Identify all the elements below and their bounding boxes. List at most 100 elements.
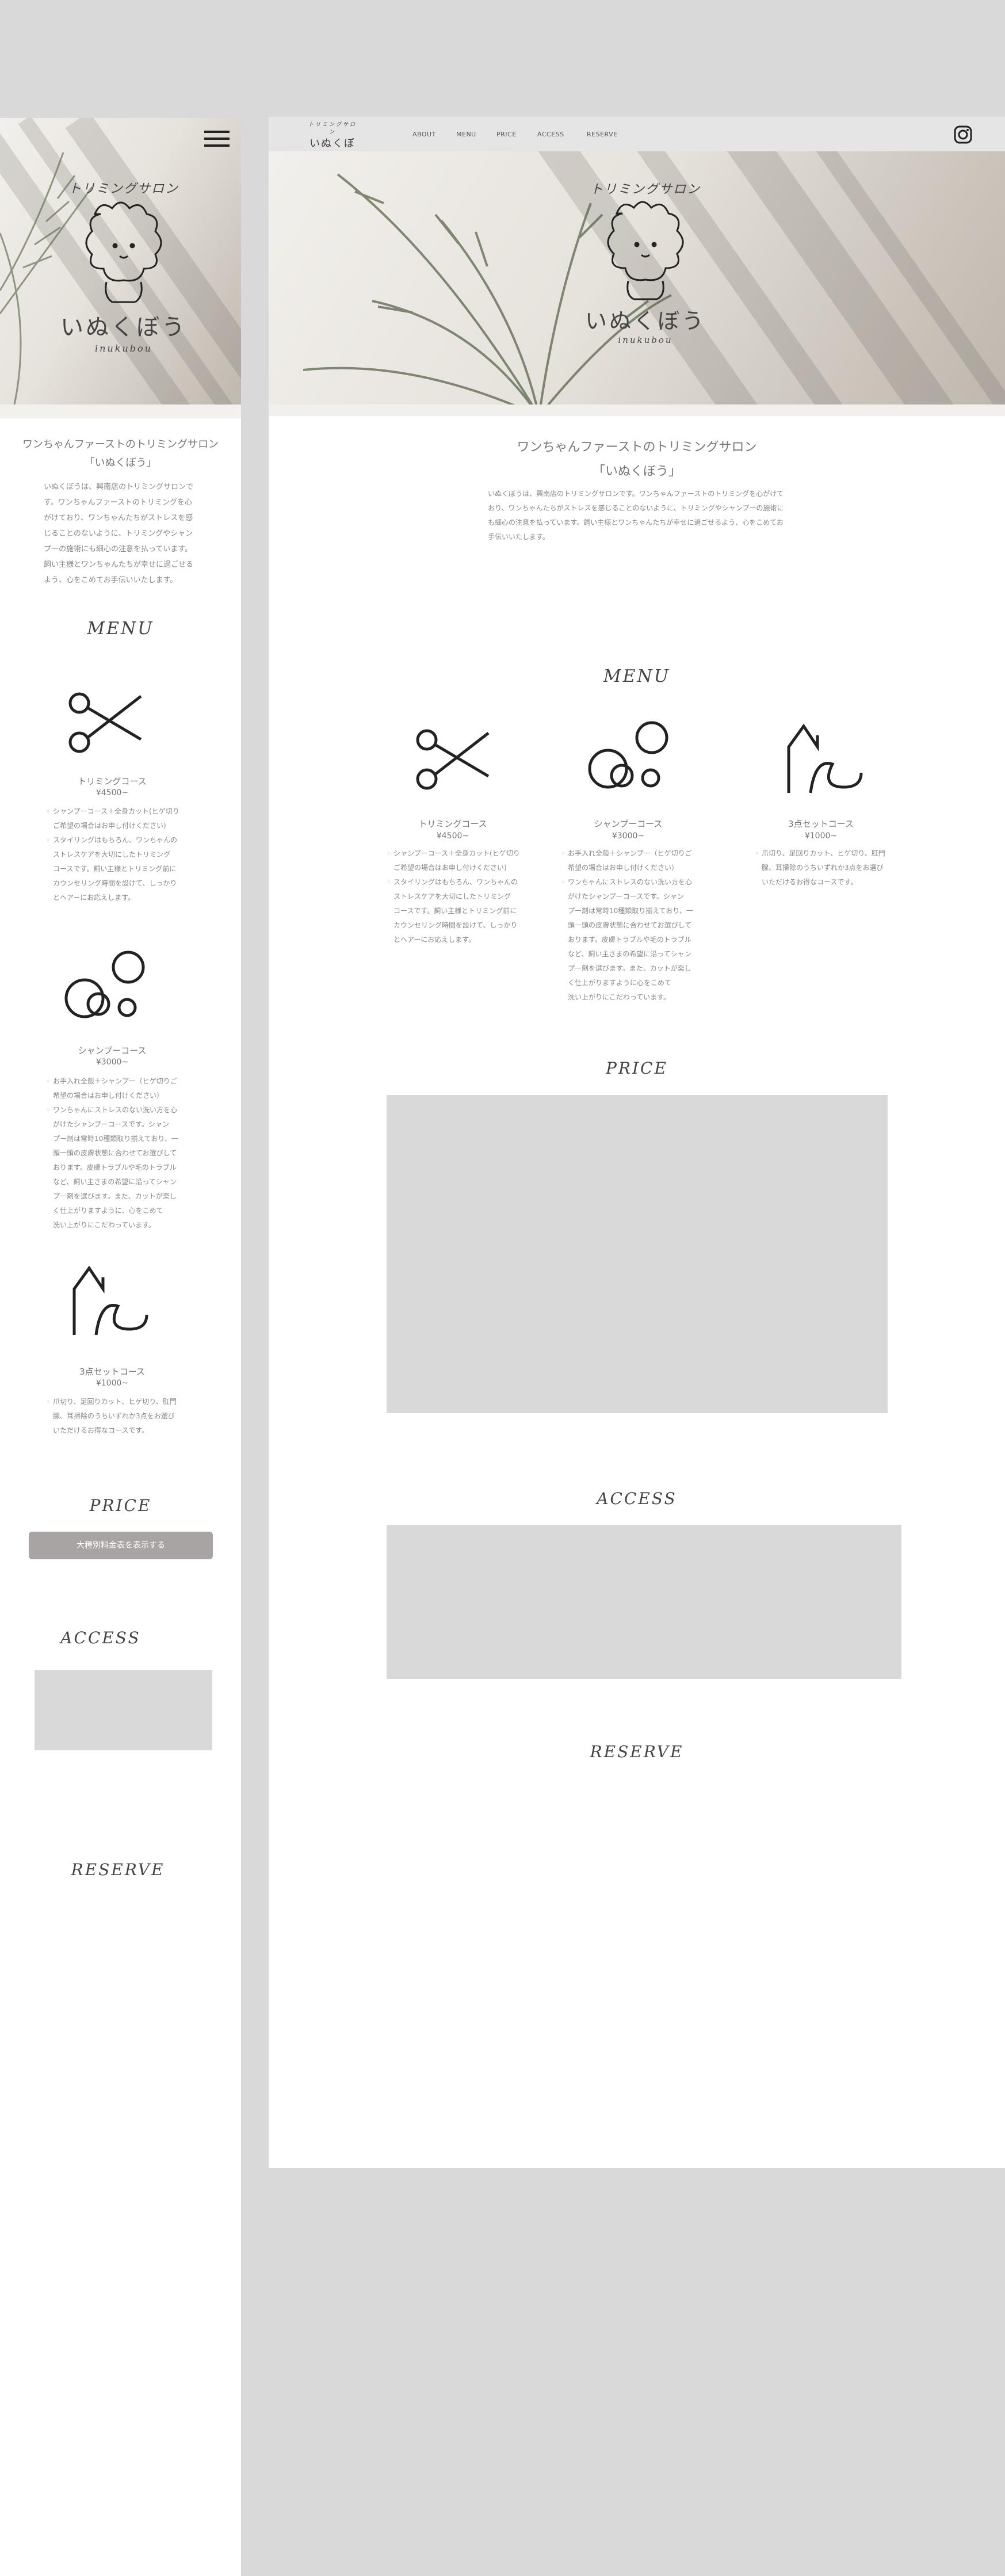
- course-note-line: シャンプーコース＋全身カット(ヒゲ切り: [53, 807, 179, 815]
- course-price-shampoo: ¥3000~: [95, 1058, 129, 1067]
- paw-icon: [787, 723, 863, 793]
- nav-about-link[interactable]: ABOUT: [412, 131, 436, 138]
- brand-name: いぬくぼう: [60, 314, 187, 341]
- course-name-shampoo: シャンプーコース: [78, 1045, 147, 1056]
- menu-heading: MENU: [603, 666, 671, 686]
- course-note-line: 爪切り、足回りカット、ヒゲ切り、肛門: [53, 1398, 177, 1406]
- poodle-logo-icon: [607, 201, 684, 300]
- price-table-placeholder: [387, 1095, 888, 1413]
- brand-romaji: inukubou: [95, 343, 152, 354]
- price-heading: PRICE: [606, 1059, 668, 1078]
- course-note-line: プー剤を選びます。また、カットが楽し: [53, 1192, 177, 1200]
- course-note-line: プー剤を選びます。また、カットが楽し: [568, 964, 691, 972]
- course-note-line: カウンセリング時間を設けて、しっかり: [393, 921, 518, 929]
- description-line: がけており、ワンちゃんたちがストレスを感: [44, 514, 193, 522]
- course-name-trimming: トリミングコース: [78, 776, 147, 787]
- course-notes-trimming: シャンプーコース＋全身カット(ヒゲ切りご希望の場合はお申し付けください)スタイリ…: [46, 804, 219, 905]
- hamburger-menu-button[interactable]: [204, 128, 230, 151]
- course-note-line: 爪切り、足回りカット、ヒゲ切り、肛門: [762, 849, 885, 857]
- course-note-line: 頭一頭の皮膚状態に合わせてお選びして: [568, 921, 692, 929]
- course-note-line: ご希望の場合はお申し付けください): [393, 864, 507, 872]
- price-heading: PRICE: [89, 1496, 152, 1515]
- course-note-line: く仕上がりますように、心をこめて: [53, 1207, 163, 1215]
- description-line: す。ワンちゃんファーストのトリミングを心: [44, 498, 193, 507]
- course-note-line: 洗い上がりにこだわっています。: [568, 993, 670, 1001]
- course-note-line: 腺、耳掃除のうちいずれか3点をお選び: [762, 864, 884, 872]
- scissors-icon: [416, 729, 490, 790]
- description-line: も細心の注意を払っています。飼い主様とワンちゃんたちが幸せに過ごせるよう、心をこ…: [488, 518, 784, 526]
- course-note-line: 頭一頭の皮膚状態に合わせてお選びして: [53, 1149, 177, 1157]
- course-note-line: 希望の場合はお申し付けください）: [53, 1092, 164, 1100]
- course-name-trimming: トリミングコース: [418, 819, 487, 829]
- description-line: おり、ワンちゃんたちがストレスを感じることのないように、トリミングやシャンプーの…: [488, 504, 784, 512]
- course-note-line: 希望の場合はお申し付けください）: [568, 864, 679, 872]
- bubbles-icon: [588, 721, 668, 789]
- course-notes-set: 爪切り、足回りカット、ヒゲ切り、肛門腺、耳掃除のうちいずれか3点をお選びいただけ…: [755, 846, 893, 890]
- desktop-view: トリミングサロン いぬくぼう inukubou ABOUT MENU PRICE…: [269, 117, 1005, 2168]
- course-note: ワンちゃんにストレスのない洗い方を心がけたシャンプーコースです。シャンプー剤は常…: [561, 875, 705, 1005]
- course-price-shampoo: ¥3000~: [612, 831, 645, 841]
- price-table-button[interactable]: 大種別料金表を表示する: [29, 1532, 213, 1559]
- mobile-view: トリミングサロン いぬくぼう inukubou ワンちゃんファーストのトリミング…: [0, 118, 241, 2576]
- course-note-line: お手入れ全般＋シャンプー（ヒゲ切りご: [568, 849, 692, 857]
- course-note-line: おります。皮膚トラブルや毛のトラブル: [568, 936, 691, 944]
- course-note-line: とヘアーにお応えします。: [53, 894, 135, 902]
- course-note: 爪切り、足回りカット、ヒゲ切り、肛門腺、耳掃除のうちいずれか3点をお選びいただけ…: [755, 846, 893, 890]
- course-note-line: がけたシャンプーコースです。シャン: [568, 892, 684, 900]
- course-note-line: いただけるお得なコースです。: [53, 1426, 149, 1434]
- course-notes-shampoo: お手入れ全般＋シャンプー（ヒゲ切りご希望の場合はお申し付けください）ワンちゃんに…: [561, 846, 705, 1005]
- course-price-trimming: ¥4500~: [436, 831, 469, 841]
- bubbles-icon: [64, 951, 145, 1018]
- nav-reserve-link[interactable]: RESERVE: [587, 131, 618, 138]
- about-title: ワンちゃんファーストのトリミングサロン 「いぬくぼう」: [22, 438, 219, 469]
- description-line: 飼い主様とワンちゃんたちが幸せに過ごせる: [44, 560, 194, 569]
- access-map-placeholder: [35, 1670, 212, 1750]
- poodle-logo-icon: [85, 201, 162, 303]
- course-note-line: カウンセリング時間を設けて、しっかり: [53, 879, 177, 887]
- course-note-line: ご希望の場合はお申し付けください): [53, 822, 166, 830]
- course-notes-shampoo: お手入れ全般＋シャンプー（ヒゲ切りご希望の場合はお申し付けください）ワンちゃんに…: [46, 1074, 219, 1232]
- course-note-line: コースです。飼い主様とトリミング前に: [53, 865, 177, 873]
- scissors-icon: [68, 692, 142, 753]
- course-note-line: プー剤は常時10種類取り揃えており、一: [568, 907, 693, 915]
- course-note-line: がけたシャンプーコースです。シャン: [53, 1120, 169, 1128]
- description-line: よう、心をこめてお手伝いいたします。: [44, 576, 178, 585]
- course-note-line: スタイリングはもちろん、ワンちゃんの: [393, 878, 518, 886]
- course-note: シャンプーコース＋全身カット(ヒゲ切りご希望の場合はお申し付けください): [387, 846, 525, 875]
- course-notes-trimming: シャンプーコース＋全身カット(ヒゲ切りご希望の場合はお申し付けください)スタイリ…: [387, 846, 525, 947]
- course-name-shampoo: シャンプーコース: [594, 819, 663, 829]
- course-note-line: とヘアーにお応えします。: [393, 936, 476, 944]
- course-price-set: ¥1000~: [95, 1379, 129, 1388]
- course-note: スタイリングはもちろん、ワンちゃんのストレスケアを大切にしたトリミングコースです…: [46, 833, 219, 905]
- about-title: ワンちゃんファーストのトリミングサロン 「いぬくぼう」: [517, 440, 757, 479]
- course-note-line: プー剤は常時10種類取り揃えており、一: [53, 1135, 178, 1143]
- access-heading: ACCESS: [60, 1628, 141, 1647]
- course-price-trimming: ¥4500~: [95, 788, 129, 797]
- instagram-icon[interactable]: [953, 125, 973, 144]
- course-name-set: 3点セットコース: [788, 819, 854, 829]
- description-line: いぬくぼうは、興南店のトリミングサロンで: [44, 483, 194, 491]
- access-heading: ACCESS: [597, 1489, 677, 1508]
- nav-logo[interactable]: トリミングサロン いぬくぼう inukubou: [307, 120, 358, 170]
- course-note-line: ワンちゃんにストレスのない洗い方を心: [568, 878, 693, 886]
- reserve-heading: RESERVE: [590, 1742, 684, 1761]
- course-notes-set: 爪切り、足回りカット、ヒゲ切り、肛門腺、耳掃除のうちいずれか3点をお選びいただけ…: [46, 1395, 219, 1438]
- course-note: 爪切り、足回りカット、ヒゲ切り、肛門腺、耳掃除のうちいずれか3点をお選びいただけ…: [46, 1395, 219, 1438]
- course-note: シャンプーコース＋全身カット(ヒゲ切りご希望の場合はお申し付けください): [46, 804, 219, 833]
- course-note: お手入れ全般＋シャンプー（ヒゲ切りご希望の場合はお申し付けください）: [561, 846, 705, 875]
- about-description: いぬくぼうは、興南店のトリミングサロンです。ワンちゃんファーストのトリミングを心…: [44, 479, 211, 588]
- nav-price-link[interactable]: PRICE: [496, 131, 517, 138]
- course-note: ワンちゃんにストレスのない洗い方を心がけたシャンプーコースです。シャンプー剤は常…: [46, 1103, 219, 1232]
- nav-menu-link[interactable]: MENU: [456, 131, 476, 138]
- course-note-line: く仕上がりますように心をこめて: [568, 979, 672, 987]
- course-note: スタイリングはもちろん、ワンちゃんのストレスケアを大切にしたトリミングコースです…: [387, 875, 525, 947]
- nav-access-link[interactable]: ACCESS: [537, 131, 564, 138]
- access-map-placeholder: [387, 1525, 901, 1679]
- description-line: プーの施術にも細心の注意を払っています。: [44, 545, 193, 554]
- course-note-line: いただけるお得なコースです。: [762, 878, 858, 886]
- menu-heading: MENU: [87, 619, 154, 639]
- brand-tagline: トリミングサロン: [68, 182, 179, 196]
- course-note-line: コースです。飼い主様とトリミング前に: [393, 907, 517, 915]
- course-price-set: ¥1000~: [804, 831, 838, 841]
- paw-icon: [72, 1265, 148, 1335]
